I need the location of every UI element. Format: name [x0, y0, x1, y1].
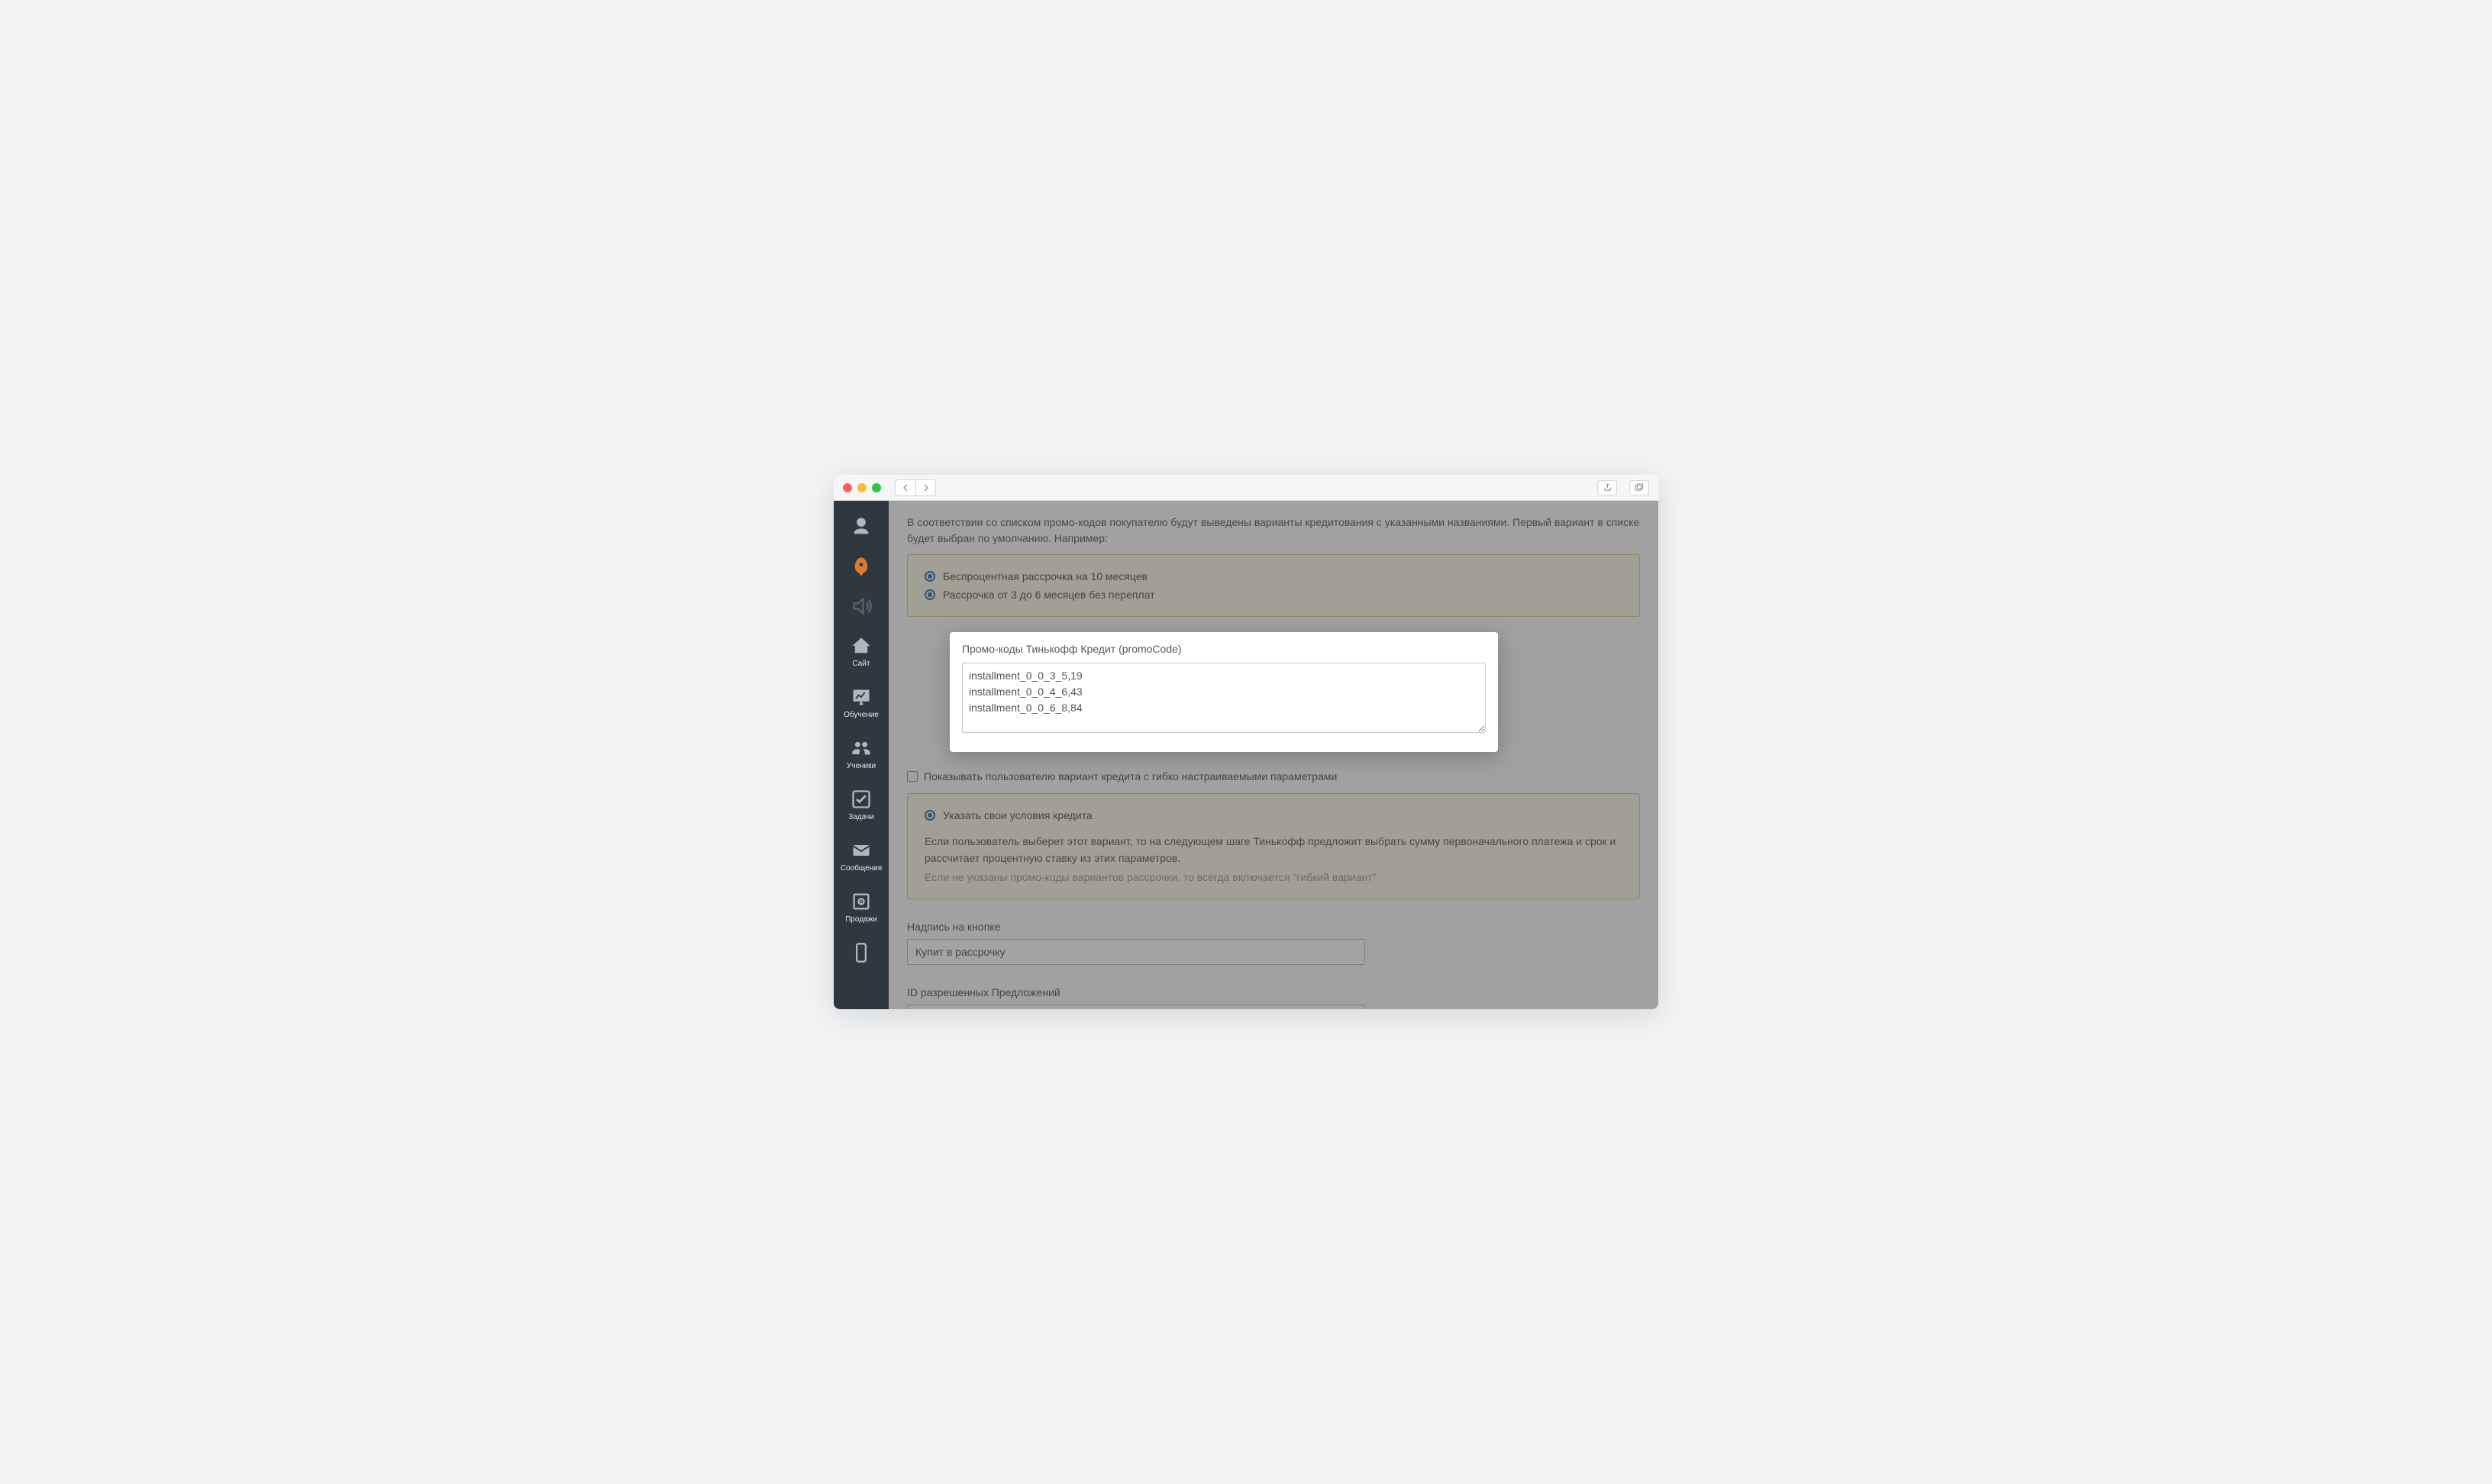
minimize-icon[interactable]: [857, 483, 867, 492]
titlebar: [834, 475, 1658, 501]
sidebar-item-label: Сообщения: [841, 864, 882, 873]
intro-text: В соответствии со списком промо-кодов по…: [907, 515, 1640, 547]
app: Сайт Обучение Ученики Задачи Сообщения П…: [834, 501, 1658, 1009]
radio-icon: [925, 571, 935, 582]
group-icon: [851, 737, 872, 759]
flexible-credit-checkbox-row[interactable]: Показывать пользователю вариант кредита …: [907, 770, 1640, 782]
sidebar-item-tasks[interactable]: Задачи: [834, 782, 889, 827]
sidebar-item-messages[interactable]: Сообщения: [834, 834, 889, 879]
close-icon[interactable]: [843, 483, 852, 492]
share-button[interactable]: [1597, 480, 1617, 495]
sidebar-item-label: Обучение: [844, 711, 879, 719]
button-label-input[interactable]: [907, 939, 1365, 965]
maximize-icon[interactable]: [872, 483, 881, 492]
window-controls: [843, 483, 881, 492]
sidebar-item-sales[interactable]: Продажи: [834, 885, 889, 930]
sidebar-item-sound[interactable]: [834, 589, 889, 623]
option-label: Рассрочка от 3 до 6 месяцев без переплат: [943, 589, 1155, 601]
sidebar-item-label: Продажи: [845, 915, 877, 924]
radio-icon: [925, 589, 935, 600]
sidebar-item-label: Сайт: [852, 660, 870, 668]
example-option: Рассрочка от 3 до 6 месяцев без переплат: [925, 586, 1622, 604]
speaker-icon: [851, 595, 872, 617]
flexible-credit-box: Указать свои условия кредита Если пользо…: [907, 793, 1640, 899]
forward-button[interactable]: [915, 480, 935, 495]
check-icon: [851, 789, 872, 810]
checkbox-label: Показывать пользователю вариант кредита …: [924, 770, 1337, 782]
sidebar-item-students[interactable]: Ученики: [834, 731, 889, 776]
nav-buttons: [895, 479, 936, 496]
mail-icon: [851, 840, 872, 861]
sidebar-item-training[interactable]: Обучение: [834, 680, 889, 725]
safe-icon: [851, 891, 872, 912]
sidebar-item-label: Ученики: [847, 762, 876, 770]
flexible-hint: Если не указаны промо-коды вариантов рас…: [925, 869, 1622, 886]
sidebar-item-site[interactable]: Сайт: [834, 629, 889, 674]
promo-code-textarea[interactable]: [962, 663, 1486, 733]
radio-icon: [925, 810, 935, 821]
promo-code-panel: Промо-коды Тинькофф Кредит (promoCode): [950, 632, 1498, 752]
phone-icon: [851, 942, 872, 963]
option-label: Указать свои условия кредита: [943, 809, 1093, 821]
allowed-offers-caption: ID разрешенных Предложений: [907, 986, 1640, 998]
option-label: Беспроцентная рассрочка на 10 месяцев: [943, 570, 1148, 582]
main: В соответствии со списком промо-кодов по…: [889, 501, 1658, 1009]
example-option: Беспроцентная рассрочка на 10 месяцев: [925, 567, 1622, 586]
checkbox-icon[interactable]: [907, 771, 918, 782]
sidebar-item-profile[interactable]: [834, 510, 889, 544]
sidebar: Сайт Обучение Ученики Задачи Сообщения П…: [834, 501, 889, 1009]
flexible-description: Если пользователь выберет этот вариант, …: [925, 834, 1622, 866]
back-button[interactable]: [896, 480, 915, 495]
allowed-offers-input[interactable]: [907, 1005, 1365, 1009]
promo-code-label: Промо-коды Тинькофф Кредит (promoCode): [962, 643, 1486, 655]
browser-window: Сайт Обучение Ученики Задачи Сообщения П…: [834, 475, 1658, 1009]
chart-icon: [851, 686, 872, 708]
example-options-box: Беспроцентная рассрочка на 10 месяцев Ра…: [907, 554, 1640, 617]
sidebar-item-launch[interactable]: [834, 550, 889, 583]
sidebar-item-label: Задачи: [848, 813, 874, 821]
rocket-icon: [851, 556, 872, 577]
flexible-option: Указать свои условия кредита: [925, 806, 1622, 824]
tabs-button[interactable]: [1629, 480, 1649, 495]
sidebar-item-mobile[interactable]: [834, 936, 889, 969]
home-icon: [851, 635, 872, 657]
button-label-caption: Надпись на кнопке: [907, 921, 1640, 933]
user-icon: [851, 516, 872, 537]
content: В соответствии со списком промо-кодов по…: [889, 501, 1658, 1009]
